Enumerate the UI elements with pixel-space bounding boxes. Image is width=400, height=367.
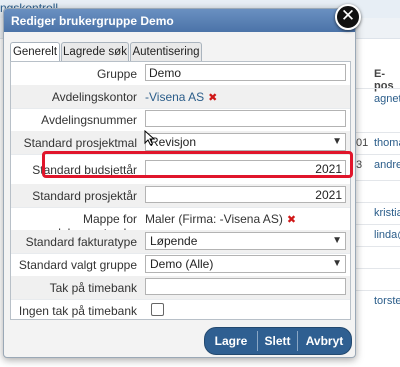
form-row-ingen-tak-timebank: Ingen tak på timebank xyxy=(11,299,350,322)
form-row-standard-valgt-gruppe: Standard valgt gruppe Demo (Alle) ▼ xyxy=(11,253,350,277)
standard-fakturatype-value: Løpende xyxy=(150,234,198,248)
dialog-titlebar[interactable]: Rediger brukergruppe Demo xyxy=(4,9,355,32)
close-icon[interactable]: ✕ xyxy=(335,4,361,30)
background-table-row[interactable]: torstei xyxy=(356,290,400,311)
tab-generelt[interactable]: Generelt xyxy=(10,42,60,62)
standard-valgt-gruppe-label: Standard valgt gruppe xyxy=(18,258,137,272)
form-row-avdelingsnummer: Avdelingsnummer xyxy=(11,108,350,132)
chevron-down-icon: ▼ xyxy=(332,235,342,246)
form-row-mappe-dokumentmaler: Mappe for dokumentmaler Maler (Firma: -V… xyxy=(11,207,350,240)
save-button[interactable]: Lagre xyxy=(205,328,257,354)
background-table-row[interactable]: 3 andrea xyxy=(356,154,400,175)
background-table-row[interactable]: agnete xyxy=(356,88,400,109)
background-table-row[interactable] xyxy=(356,246,400,267)
tab-lagrede-sok[interactable]: Lagrede søk xyxy=(61,42,129,61)
standard-prosjektar-label: Standard prosjektår xyxy=(32,189,137,203)
background-table-row[interactable] xyxy=(356,180,400,201)
edit-user-group-dialog: Rediger brukergruppe Demo Generelt Lagre… xyxy=(3,8,356,358)
form-row-standard-fakturatype: Standard fakturatype Løpende ▼ xyxy=(11,230,350,254)
tak-timebank-input[interactable] xyxy=(145,278,346,295)
ingen-tak-timebank-checkbox[interactable] xyxy=(151,303,164,316)
standard-prosjektmal-value: Revisjon xyxy=(150,135,197,149)
background-table-row[interactable]: 01 thoma xyxy=(356,132,400,153)
standard-prosjektmal-select[interactable]: Revisjon ▼ xyxy=(145,133,346,151)
row-email[interactable]: kristia xyxy=(374,207,400,219)
background-table-row[interactable]: linda@ xyxy=(356,224,400,245)
mappe-dokumentmaler-value: Maler (Firma: -Visena AS) xyxy=(145,212,283,226)
chevron-down-icon: ▼ xyxy=(332,258,342,269)
row-code: 01 xyxy=(356,137,369,149)
tak-timebank-label: Tak på timebank xyxy=(49,281,137,295)
row-email[interactable]: linda@ xyxy=(374,229,400,241)
remove-icon[interactable]: ✖ xyxy=(287,214,296,226)
standard-fakturatype-select[interactable]: Løpende ▼ xyxy=(145,232,346,250)
chevron-down-icon: ▼ xyxy=(332,136,342,147)
background-table-row[interactable] xyxy=(356,268,400,289)
row-email[interactable]: andrea xyxy=(374,159,400,171)
mappe-dokumentmaler-field: Maler (Firma: -Visena AS) ✖ xyxy=(145,212,296,226)
dialog-title: Rediger brukergruppe Demo xyxy=(11,14,174,28)
gruppe-input[interactable]: Demo xyxy=(145,64,346,81)
form-row-gruppe: Gruppe Demo xyxy=(11,62,350,86)
highlight-box xyxy=(42,151,353,178)
dialog-button-bar: Lagre Slett Avbryt xyxy=(204,327,352,355)
row-code: 3 xyxy=(356,159,363,171)
avdelingsnummer-input[interactable] xyxy=(145,110,346,127)
form-row-tak-timebank: Tak på timebank xyxy=(11,276,350,300)
avdelingskontor-value[interactable]: -Visena AS xyxy=(145,90,204,104)
cancel-button[interactable]: Avbryt xyxy=(298,328,351,354)
row-email[interactable]: thoma xyxy=(374,137,400,149)
ingen-tak-timebank-label: Ingen tak på timebank xyxy=(18,304,137,318)
gruppe-label: Gruppe xyxy=(96,67,137,81)
avdelingskontor-link[interactable]: -Visena AS ✖ xyxy=(145,90,217,104)
general-form-panel: Gruppe Demo Avdelingskontor -Visena AS ✖ … xyxy=(10,61,351,320)
standard-fakturatype-label: Standard fakturatype xyxy=(25,235,137,249)
avdelingsnummer-label: Avdelingsnummer xyxy=(41,113,137,127)
avdelingskontor-label: Avdelingskontor xyxy=(51,90,137,104)
standard-valgt-gruppe-value: Demo (Alle) xyxy=(150,257,214,271)
standard-valgt-gruppe-select[interactable]: Demo (Alle) ▼ xyxy=(145,255,346,273)
form-row-avdelingskontor: Avdelingskontor -Visena AS ✖ xyxy=(11,85,350,109)
background-table-row[interactable]: kristia xyxy=(356,202,400,223)
standard-prosjektar-input[interactable]: 2021 xyxy=(145,186,346,203)
delete-button[interactable]: Slett xyxy=(258,328,297,354)
row-email[interactable]: torstei xyxy=(374,295,400,307)
tab-autentisering[interactable]: Autentisering xyxy=(130,42,202,61)
standard-prosjektmal-label: Standard prosjektmal xyxy=(23,136,137,150)
mouse-cursor-icon xyxy=(144,130,156,146)
form-row-standard-prosjektar: Standard prosjektår 2021 xyxy=(11,184,350,208)
row-email[interactable]: agnete xyxy=(374,93,400,105)
remove-icon[interactable]: ✖ xyxy=(208,92,217,104)
